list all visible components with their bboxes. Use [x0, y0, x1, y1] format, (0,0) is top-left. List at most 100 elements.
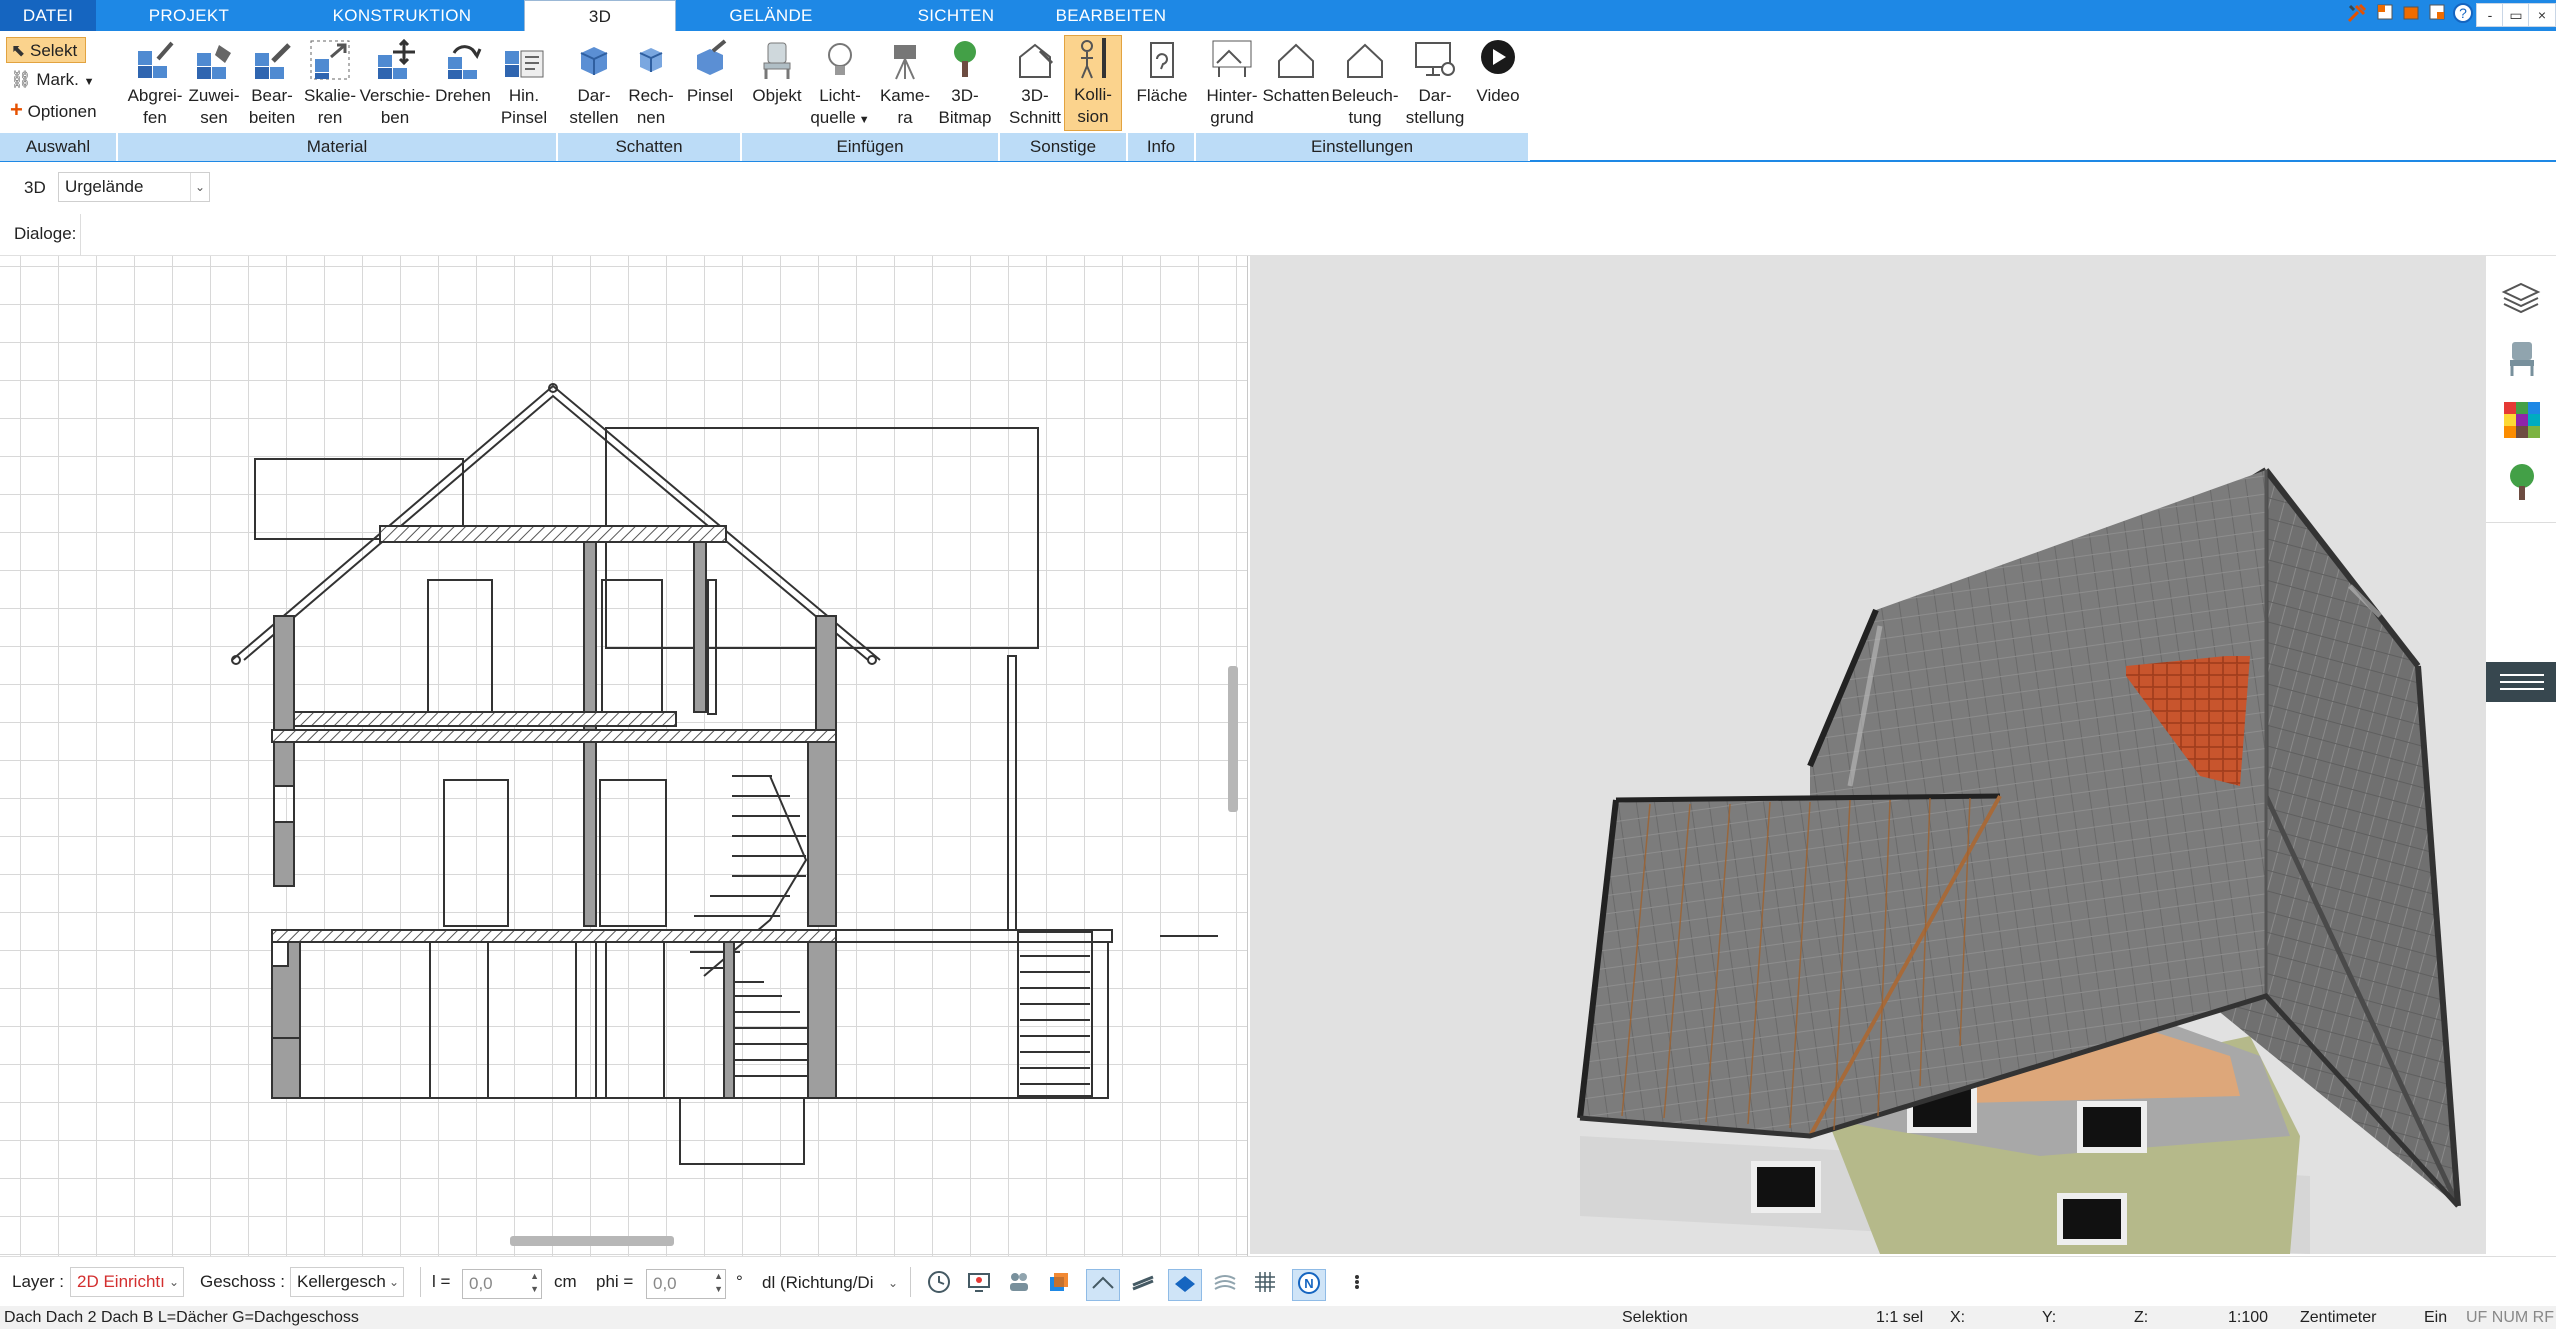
window-layout3-icon[interactable]: [2424, 2, 2450, 28]
cube-compute-icon: [639, 48, 663, 72]
video-label: Video: [1476, 86, 1520, 105]
hintergrund-label-2: grund: [1210, 108, 1254, 127]
chevron-down-icon: ⌄: [388, 1275, 399, 1289]
bearbeiten-button[interactable]: Bear- beiten: [242, 37, 302, 129]
tab-3d[interactable]: 3D: [524, 0, 676, 31]
status-sel: 1:1 sel: [1876, 1309, 1924, 1326]
abgreifen-label-1: Abgrei-: [127, 86, 183, 105]
stepper-icon[interactable]: ▲ ▼: [714, 1270, 723, 1296]
bottom-toolbar: Layer : 2D Einrichtı ⌄ Geschoss : Keller…: [0, 1256, 2556, 1306]
hin-pinsel-button[interactable]: Hin. Pinsel: [496, 37, 552, 129]
terrain-select[interactable]: Urgelände ⌄: [58, 172, 210, 202]
restore-button[interactable]: ▭: [2502, 3, 2530, 27]
verschieben-label-2: ben: [380, 108, 410, 127]
darstellen-button[interactable]: Dar- stellen: [562, 37, 626, 129]
3d-view[interactable]: [1250, 256, 2486, 1254]
lichtquelle-button[interactable]: Licht- quelle ▼: [808, 37, 872, 131]
pinsel-button[interactable]: Pinsel: [682, 37, 738, 107]
optionen-button[interactable]: + Optionen: [10, 97, 120, 123]
plane-icon[interactable]: [1168, 1269, 1202, 1301]
objekt-button[interactable]: Objekt: [746, 37, 808, 107]
clock-icon[interactable]: [922, 1269, 956, 1301]
group-auswahl: Auswahl: [0, 133, 118, 161]
cube-brush-icon: [697, 39, 727, 75]
svg-text:?: ?: [2459, 5, 2467, 21]
degree-label: °: [736, 1272, 743, 1291]
geschoss-select[interactable]: Kellergesch ⌄: [290, 1267, 404, 1297]
length-input[interactable]: 0,0 ▲ ▼: [462, 1269, 542, 1299]
group-einfuegen: Einfügen: [742, 133, 1000, 161]
collision-person-icon: [1081, 38, 1106, 79]
mark-label: Mark.: [36, 70, 79, 89]
grid-icon[interactable]: [1248, 1269, 1282, 1301]
skalieren-label-1: Skalie-: [304, 86, 356, 105]
zuweisen-label-1: Zuwei-: [188, 86, 240, 105]
schatten-button[interactable]: Schatten: [1262, 37, 1330, 107]
skalieren-button[interactable]: Skalie- ren: [300, 37, 360, 129]
bitmap3d-button[interactable]: 3D- Bitmap: [936, 37, 994, 129]
furniture-chair-icon[interactable]: [2502, 338, 2542, 383]
mark-button[interactable]: ⛓ Mark. ▼: [10, 67, 100, 93]
optionen-label: Optionen: [27, 102, 97, 121]
kamera-button[interactable]: Kame- ra: [874, 37, 936, 129]
view-mode-label: 3D: [24, 178, 46, 197]
status-scale: 1:100: [2228, 1309, 2269, 1326]
rechnen-button[interactable]: Rech- nen: [620, 37, 682, 129]
layer-select[interactable]: 2D Einrichtı ⌄: [70, 1267, 184, 1297]
phi-input[interactable]: 0,0 ▲ ▼: [646, 1269, 726, 1299]
layers-icon[interactable]: [2500, 278, 2542, 325]
tab-datei[interactable]: DATEI: [0, 0, 96, 31]
schnitt3d-button[interactable]: 3D- Schnitt: [1006, 37, 1064, 129]
zuweisen-label-2: sen: [200, 108, 228, 127]
abgreifen-label-2: fen: [143, 108, 167, 127]
tab-konstruktion[interactable]: KONSTRUKTION: [282, 0, 522, 31]
tab-projekt[interactable]: PROJEKT: [96, 0, 282, 31]
flaeche-button[interactable]: Fläche: [1130, 37, 1194, 107]
kollision-button[interactable]: Kolli- sion: [1064, 35, 1122, 131]
direction-select[interactable]: dl (Richtung/Di ⌄: [756, 1269, 902, 1299]
section-plan-view[interactable]: [0, 256, 1248, 1256]
close-button[interactable]: ×: [2528, 3, 2556, 27]
group-material: Material: [118, 133, 558, 161]
section-drawing: [231, 383, 1218, 1165]
window-layout2-icon[interactable]: [2398, 2, 2424, 28]
tab-sichten[interactable]: SICHTEN: [866, 0, 1046, 31]
tab-gelaende[interactable]: GELÄNDE: [676, 0, 866, 31]
verschieben-button[interactable]: Verschie- ben: [358, 37, 432, 129]
drehen-button[interactable]: Drehen: [432, 37, 494, 107]
bearbeiten-label-2: beiten: [248, 108, 296, 127]
abgreifen-button[interactable]: Abgrei- fen: [120, 37, 190, 129]
selekt-button[interactable]: ⬉ Selekt: [6, 37, 86, 63]
monitor-icon[interactable]: [962, 1269, 996, 1301]
roof-view-icon[interactable]: [1086, 1269, 1120, 1301]
people-icon[interactable]: [1002, 1269, 1036, 1301]
window-layout-icon[interactable]: [2372, 2, 2398, 28]
terrain-lines-icon[interactable]: [1208, 1269, 1242, 1301]
hinpinsel-label-2: Pinsel: [500, 108, 548, 127]
panel-menu-button[interactable]: [2486, 662, 2556, 702]
darstellung-button[interactable]: Dar- stellung: [1400, 37, 1470, 129]
beleuchtung-button[interactable]: Beleuch- tung: [1330, 37, 1400, 129]
vertical-scrollbar-thumb[interactable]: [1228, 666, 1238, 812]
minimize-button[interactable]: -: [2476, 3, 2504, 27]
zuweisen-button[interactable]: Zuwei- sen: [182, 37, 246, 129]
status-z: Z:: [2134, 1309, 2149, 1326]
stepper-icon[interactable]: ▲ ▼: [530, 1270, 539, 1296]
hatch-icon[interactable]: [1126, 1269, 1160, 1301]
horizontal-scrollbar-thumb[interactable]: [510, 1236, 674, 1246]
tools-icon[interactable]: [2344, 2, 2370, 28]
hintergrund-button[interactable]: Hinter- grund: [1200, 37, 1264, 129]
north-icon[interactable]: N: [1292, 1269, 1326, 1301]
video-button[interactable]: Video: [1470, 37, 1526, 107]
rechnen-label-2: nen: [636, 108, 666, 127]
materials-palette-icon[interactable]: [2502, 400, 2542, 445]
group-sonstige: Sonstige: [1000, 133, 1128, 161]
plants-tree-icon[interactable]: [2504, 462, 2540, 507]
layers-stack-icon[interactable]: [1042, 1269, 1076, 1301]
tab-bearbeiten[interactable]: BEARBEITEN: [1046, 0, 1176, 31]
kollision-label-2: sion: [1077, 107, 1109, 126]
more-options-icon[interactable]: [1340, 1269, 1374, 1301]
background-house-icon: [1212, 40, 1252, 77]
view-selector-row: 3D Urgelände ⌄: [0, 164, 2556, 214]
help-icon[interactable]: ?: [2450, 2, 2476, 28]
